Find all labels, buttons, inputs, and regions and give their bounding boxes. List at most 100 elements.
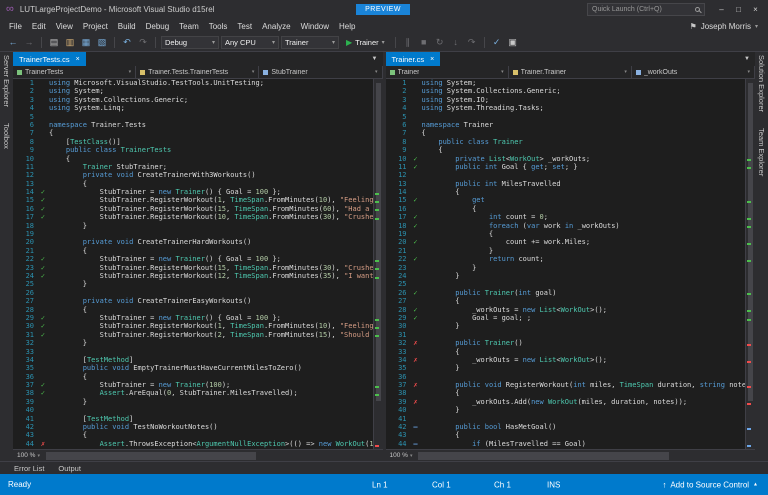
code-line[interactable]: 17 ✓ int count = 0; — [386, 213, 746, 221]
code-line[interactable]: 16 ✓ StubTrainer.RegisterWorkout(15, Time… — [13, 205, 373, 213]
code-line[interactable]: 9 { — [386, 146, 746, 154]
test-pass-icon[interactable]: ✓ — [410, 155, 422, 163]
code-line[interactable]: 15 ✓ get — [386, 196, 746, 204]
test-pass-icon[interactable]: ✓ — [37, 322, 49, 330]
test-pass-icon[interactable]: ✓ — [410, 238, 422, 246]
code-line[interactable]: 23 ✓ StubTrainer.RegisterWorkout(15, Time… — [13, 264, 373, 272]
code-line[interactable]: 4 using System.Linq; — [13, 104, 373, 112]
nav-dropdown-1[interactable]: Trainer.Tests.TrainerTests ▾ — [136, 66, 260, 78]
new-file-icon[interactable]: ▤ — [47, 38, 61, 47]
code-line[interactable]: 7{ — [386, 129, 746, 137]
code-line[interactable]: 7{ — [13, 129, 373, 137]
menu-file[interactable]: File — [4, 22, 27, 31]
code-line[interactable]: 14 ✓ StubTrainer = new Trainer() { Goal =… — [13, 188, 373, 196]
code-line[interactable]: 12 private void CreateTrainerWith3Workou… — [13, 171, 373, 179]
test-fail-icon[interactable]: ✗ — [410, 398, 422, 406]
code-line[interactable]: 30 } — [386, 322, 746, 330]
code-line[interactable]: 27 private void CreateTrainerEasyWorkout… — [13, 297, 373, 305]
solution-platform-dropdown[interactable]: Any CPU ▾ — [221, 36, 279, 49]
stop-icon[interactable]: ■ — [417, 38, 431, 47]
minimize-button[interactable]: – — [713, 5, 730, 14]
notifications-flag-icon[interactable]: ⚑ — [690, 22, 697, 31]
vertical-scrollbar[interactable] — [372, 79, 383, 449]
code-line[interactable]: 25 } — [13, 280, 373, 288]
code-line[interactable]: 19 { — [386, 230, 746, 238]
code-line[interactable]: 24 } — [386, 272, 746, 280]
code-line[interactable]: 42 public void TestNoWorkoutNotes() — [13, 423, 373, 431]
code-line[interactable]: 38 ✓ Assert.AreEqual(0, StubTrainer.Miles… — [13, 389, 373, 397]
nav-dropdown-0[interactable]: Trainer ▾ — [386, 66, 509, 78]
code-line[interactable]: 32 } — [13, 339, 373, 347]
save-all-icon[interactable]: ▧ — [95, 38, 109, 47]
zoom-control[interactable]: 100 % ▾ — [13, 452, 44, 459]
test-fail-icon[interactable]: ✗ — [37, 440, 49, 448]
step-into-icon[interactable]: ↓ — [449, 38, 463, 47]
code-line[interactable]: 10 ✓ private List<WorkOut> _workOuts; — [386, 155, 746, 163]
save-icon[interactable]: ▦ — [79, 38, 93, 47]
code-line[interactable]: 33 { — [386, 348, 746, 356]
user-account-button[interactable]: Joseph Morris — [701, 22, 751, 31]
menu-debug[interactable]: Debug — [141, 22, 175, 31]
code-line[interactable]: 13 public int MilesTravelled — [386, 180, 746, 188]
test-pass-icon[interactable]: ✓ — [410, 289, 422, 297]
close-button[interactable]: × — [747, 5, 764, 14]
code-line[interactable]: 1 using Microsoft.VisualStudio.TestTools.… — [13, 79, 373, 87]
menu-tools[interactable]: Tools — [204, 22, 233, 31]
vertical-scrollbar[interactable] — [745, 79, 755, 449]
code-line[interactable]: 24 ✓ StubTrainer.RegisterWorkout(12, Time… — [13, 272, 373, 280]
code-line[interactable]: 27 { — [386, 297, 746, 305]
editor-tab-trainertests[interactable]: TrainerTests.cs × — [13, 52, 86, 66]
code-line[interactable]: 39 } — [13, 398, 373, 406]
code-line[interactable]: 3 using System.IO; — [386, 96, 746, 104]
test-pass-icon[interactable]: ✓ — [410, 314, 422, 322]
redo-icon[interactable]: ↷ — [136, 38, 150, 47]
tool-tab-server-explorer[interactable]: Server Explorer — [2, 55, 11, 107]
code-line[interactable]: 2 using System; — [13, 87, 373, 95]
code-line[interactable]: 25 — [386, 280, 746, 288]
not-covered-icon[interactable]: — — [410, 440, 422, 448]
close-icon[interactable]: × — [430, 56, 434, 63]
pause-icon[interactable]: ∥ — [401, 38, 415, 47]
code-line[interactable]: 22 ✓ return count; — [386, 255, 746, 263]
menu-edit[interactable]: Edit — [27, 22, 51, 31]
test-pass-icon[interactable]: ✓ — [410, 196, 422, 204]
test-pass-icon[interactable]: ✓ — [37, 389, 49, 397]
code-line[interactable]: 4 using System.Threading.Tasks; — [386, 104, 746, 112]
code-line[interactable]: 42— public bool HasMetGoal() — [386, 423, 746, 431]
code-line[interactable]: 32 ✗ public Trainer() — [386, 339, 746, 347]
test-pass-icon[interactable]: ✓ — [410, 213, 422, 221]
not-covered-icon[interactable]: — — [410, 423, 422, 431]
code-line[interactable]: 13 { — [13, 180, 373, 188]
forward-icon[interactable]: → — [22, 38, 36, 47]
menu-analyze[interactable]: Analyze — [257, 22, 295, 31]
close-icon[interactable]: × — [76, 56, 80, 63]
code-line[interactable]: 44 ✗ Assert.ThrowsException<ArgumentNullE… — [13, 440, 373, 448]
code-line[interactable]: 41 — [386, 415, 746, 423]
code-line[interactable]: 44— if (MilesTravelled == Goal) — [386, 440, 746, 448]
horizontal-scrollbar[interactable] — [416, 450, 755, 461]
tool-tab-team-explorer[interactable]: Team Explorer — [757, 128, 766, 176]
find-in-files-icon[interactable]: ▣ — [506, 38, 520, 47]
code-line[interactable]: 37 ✓ StubTrainer = new Trainer(100); — [13, 381, 373, 389]
code-line[interactable]: 35 } — [386, 364, 746, 372]
start-debugging-button[interactable]: ▶ Trainer ▾ — [341, 38, 390, 47]
code-line[interactable]: 11 Trainer StubTrainer; — [13, 163, 373, 171]
code-line[interactable]: 23 } — [386, 264, 746, 272]
code-line[interactable]: 29 ✓ StubTrainer = new Trainer() { Goal =… — [13, 314, 373, 322]
undo-icon[interactable]: ↶ — [120, 38, 134, 47]
code-line[interactable]: 10 { — [13, 155, 373, 163]
code-line[interactable]: 5 — [386, 113, 746, 121]
code-line[interactable]: 3 using System.Collections.Generic; — [13, 96, 373, 104]
panel-tab-output[interactable]: Output — [52, 464, 87, 473]
nav-dropdown-2[interactable]: _workOuts ▾ — [632, 66, 756, 78]
tool-tab-toolbox[interactable]: Toolbox — [2, 123, 11, 149]
code-line[interactable]: 43 { — [13, 431, 373, 439]
code-line[interactable]: 5 — [13, 113, 373, 121]
test-pass-icon[interactable]: ✓ — [37, 381, 49, 389]
startup-project-dropdown[interactable]: Trainer ▾ — [281, 36, 339, 49]
code-line[interactable]: 33 — [13, 348, 373, 356]
code-line[interactable]: 12 — [386, 171, 746, 179]
test-fail-icon[interactable]: ✗ — [410, 339, 422, 347]
solution-configuration-dropdown[interactable]: Debug ▾ — [161, 36, 219, 49]
test-pass-icon[interactable]: ✓ — [37, 188, 49, 196]
